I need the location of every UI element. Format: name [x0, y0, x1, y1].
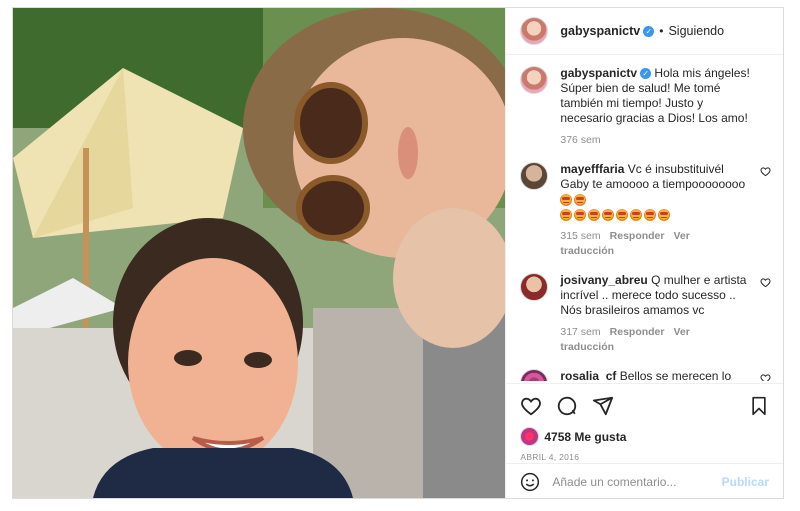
avatar[interactable] [520, 162, 549, 190]
post-header: gabyspanictv ✓ • Siguiendo [506, 8, 783, 55]
publish-button[interactable]: Publicar [722, 475, 769, 489]
reply-button[interactable]: Responder [610, 326, 665, 338]
comment-item: josivany_abreu Q mulher e artista incrív… [520, 273, 773, 355]
heart-icon[interactable] [760, 373, 771, 381]
comment-time[interactable]: 315 sem [560, 230, 600, 242]
comment-item: rosalia_cf Bellos se merecen lo mejor [520, 369, 773, 381]
avatar [520, 427, 540, 446]
share-icon[interactable] [592, 395, 614, 417]
verified-icon: ✓ [643, 25, 655, 37]
add-comment-bar: Añade un comentario... Publicar [506, 463, 783, 499]
caption-username[interactable]: gabyspanictv [560, 66, 637, 80]
avatar[interactable] [520, 273, 549, 301]
post-container: gabyspanictv ✓ • Siguiendo gabyspanictv ✓… [12, 7, 784, 499]
reply-button[interactable]: Responder [610, 230, 665, 242]
comment-icon[interactable] [556, 395, 578, 417]
bookmark-icon[interactable] [749, 396, 769, 416]
header-username[interactable]: gabyspanictv [560, 24, 640, 38]
post-photo[interactable] [13, 8, 506, 498]
heart-icon[interactable] [520, 395, 542, 417]
comments-list[interactable]: gabyspanictv ✓ Hola mis ángeles! Súper bi… [520, 66, 773, 381]
avatar[interactable] [520, 17, 549, 45]
comment-username[interactable]: mayefffaria [560, 162, 624, 176]
caption-time[interactable]: 376 sem [560, 134, 600, 146]
comment-username[interactable]: rosalia_cf [560, 369, 616, 381]
post-panel: gabyspanictv ✓ • Siguiendo gabyspanictv ✓… [505, 8, 783, 498]
comment-item: mayefffaria Vc é insubstituivél Gaby te … [520, 162, 773, 259]
heart-icon[interactable] [760, 277, 771, 288]
following-button[interactable]: Siguiendo [668, 24, 724, 38]
emoji-icon[interactable] [520, 472, 540, 492]
comment-input[interactable]: Añade un comentario... [552, 475, 721, 489]
heart-icon[interactable] [760, 166, 771, 177]
comment-time[interactable]: 317 sem [560, 326, 600, 338]
emoji-row [560, 192, 672, 221]
post-actions: 4758 Me gusta ABRIL 4, 2016 [506, 383, 783, 474]
avatar[interactable] [520, 369, 549, 381]
comment-username[interactable]: josivany_abreu [560, 273, 647, 287]
likes-row[interactable]: 4758 Me gusta [520, 427, 769, 446]
post-date: ABRIL 4, 2016 [520, 452, 580, 462]
separator-dot: • [659, 24, 664, 38]
likes-count[interactable]: 4758 Me gusta [544, 430, 626, 444]
avatar[interactable] [520, 66, 549, 94]
verified-icon: ✓ [640, 68, 652, 80]
selfie-image [13, 8, 506, 498]
caption: gabyspanictv ✓ Hola mis ángeles! Súper bi… [520, 66, 773, 148]
